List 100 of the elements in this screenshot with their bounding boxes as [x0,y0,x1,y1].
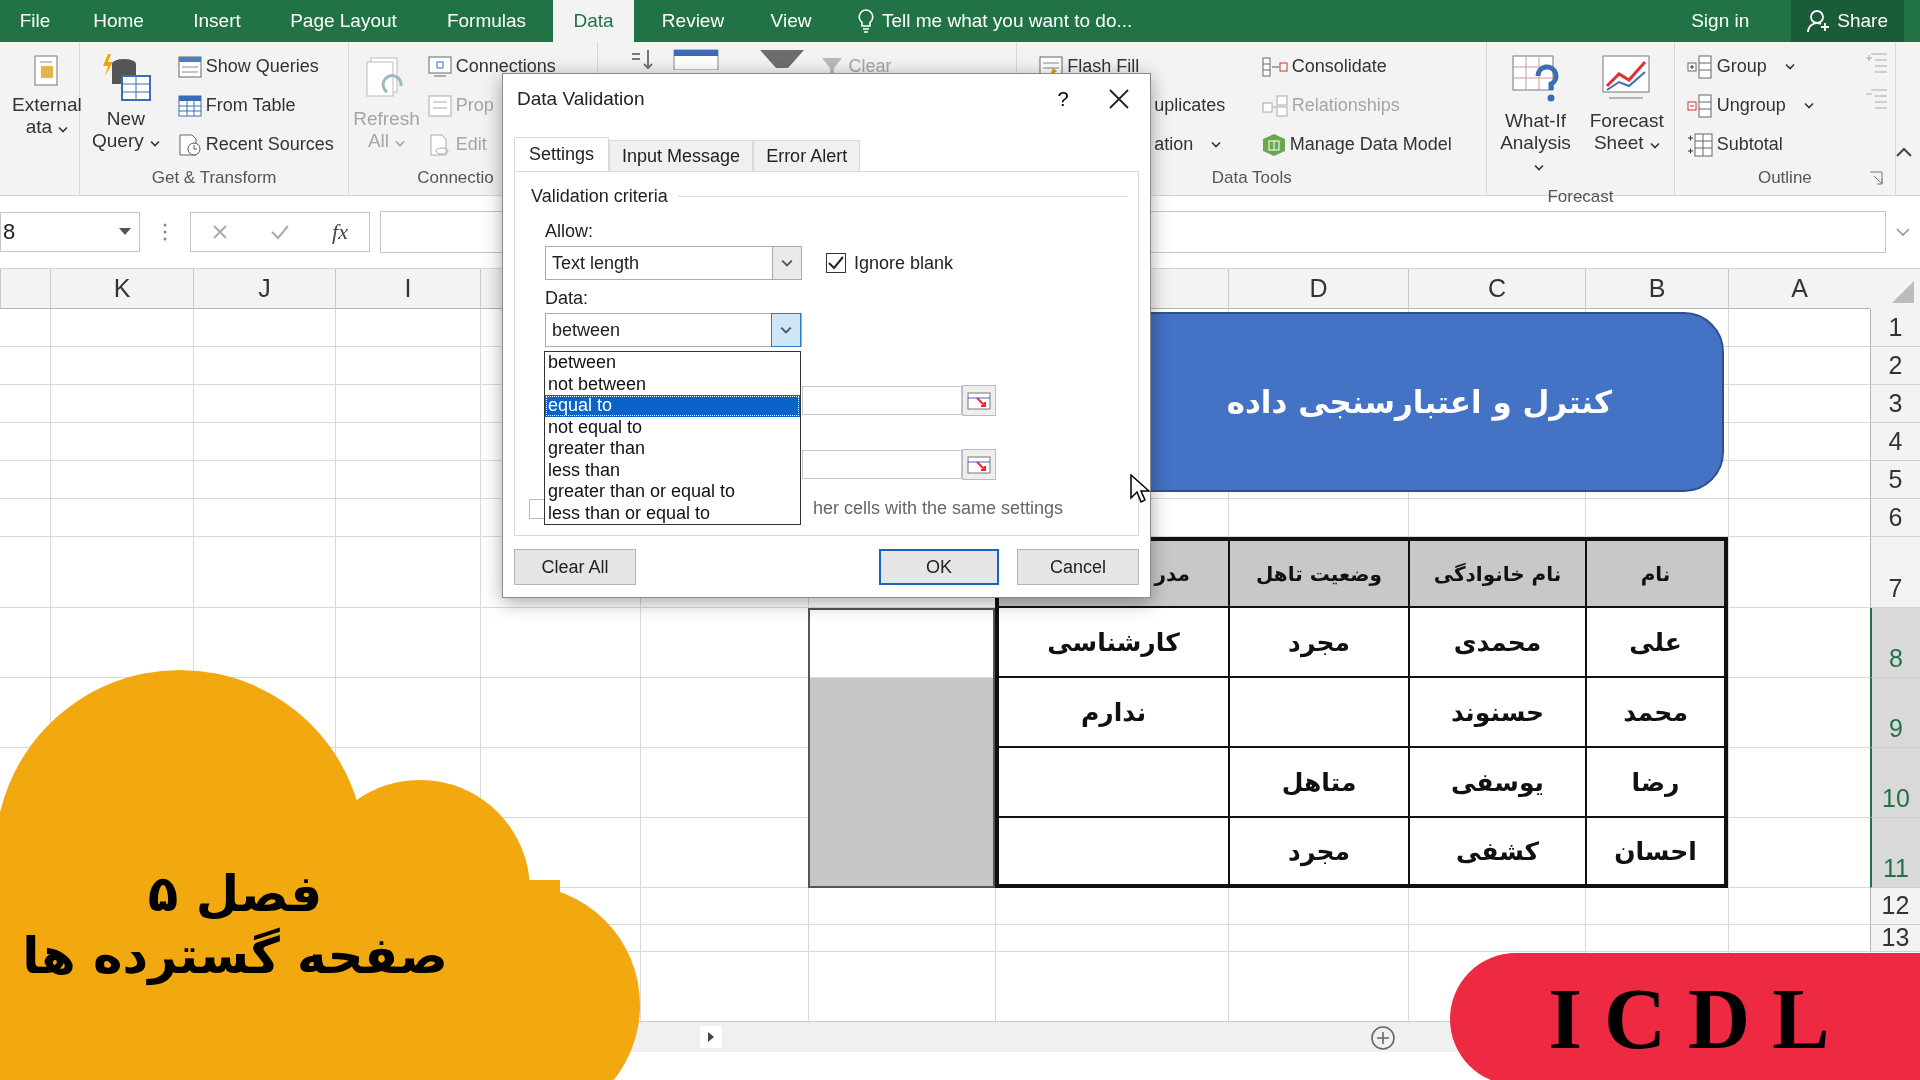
ribbon-button[interactable]: Subtotal [1682,126,1818,163]
cloud-title: صفحه گسترده ها [22,927,448,985]
ribbon-button[interactable]: What-If Analysis [1495,48,1576,182]
table-cell: احسان [1585,818,1728,888]
ribbon-button[interactable]: Ungroup [1682,87,1818,124]
allow-dropdown[interactable]: Text length [545,246,802,280]
ignore-blank-checkbox[interactable]: Ignore blank [826,252,954,274]
row-header[interactable]: 10 [1870,748,1920,818]
column-header[interactable]: C [1408,269,1585,309]
table-cell: یوسفی [1408,748,1585,818]
ribbon-button[interactable]: Connections [423,48,560,85]
value-field[interactable] [802,450,962,479]
ribbon-button[interactable]: External ata [8,48,86,161]
ribbon-button[interactable]: Show Queries [173,48,338,85]
ribbon-button[interactable]: From Table [173,87,338,124]
question-grid-icon [1510,54,1561,104]
row-header[interactable]: 7 [1870,537,1920,608]
ribbon-button[interactable]: Forecast Sheet [1585,48,1668,182]
menu-tab[interactable]: File [0,0,70,42]
menu-tab[interactable]: Formulas [420,0,553,42]
dialog-button[interactable]: Clear All [514,549,636,585]
dialog-button[interactable]: OK [879,549,999,585]
row-header[interactable]: 4 [1870,423,1920,461]
subtotal-icon [1686,132,1713,157]
insert-function-button[interactable]: fx [332,219,348,245]
menu-tab[interactable]: Review [634,0,752,42]
dialog-tab[interactable]: Error Alert [753,140,861,171]
range-select-icon [967,391,991,410]
dialog-tab[interactable]: Input Message [609,140,754,171]
caret-icon [1211,141,1222,148]
table-cell: علی [1585,608,1728,678]
triangle-right-icon [706,1031,716,1043]
caret-icon [780,326,792,334]
row-header[interactable]: 1 [1870,309,1920,347]
table-cell: مجرد [1228,818,1408,888]
field-label: Data: [545,288,589,308]
clock-document-icon [177,132,202,157]
row-header[interactable]: 3 [1870,385,1920,423]
menu-tab[interactable]: Page Layout [267,0,420,42]
ribbon-button[interactable]: Consolidate [1257,48,1481,85]
value-field[interactable] [802,386,962,415]
row-header[interactable]: 6 [1870,499,1920,537]
column-header[interactable]: A [1728,269,1870,309]
row-header[interactable]: 13 [1870,925,1920,952]
ribbon-button[interactable]: New Query [88,48,164,163]
selected-cell[interactable] [808,678,995,748]
column-header[interactable]: I [335,269,480,309]
data-model-icon [1261,132,1286,157]
row-header[interactable]: 9 [1870,678,1920,748]
group-label: Get & Transform [151,168,277,187]
check-icon[interactable] [270,224,291,240]
dialog-launcher-icon[interactable] [1869,171,1884,185]
name-box[interactable]: 8 [0,212,140,252]
tell-me-field[interactable]: Tell me what you want to do... [882,10,1133,32]
group-rows-icon [1686,54,1713,79]
dialog-button[interactable]: Cancel [1017,549,1139,585]
row-header[interactable]: 12 [1870,888,1920,925]
ribbon-button[interactable]: Recent Sources [173,126,338,163]
badge-title: ICDL [1548,970,1852,1069]
checkbox-label: her cells with the same settings [813,498,1064,519]
row-header[interactable]: 11 [1870,818,1920,888]
ribbon-button[interactable]: Manage Data Model [1257,126,1481,163]
ribbon-button[interactable]: uplicates [1150,87,1258,124]
menu-tab[interactable]: Data [553,0,634,42]
menu-tab[interactable]: Home [70,0,167,42]
column-header[interactable]: K [50,269,193,309]
table-cell: کشفی [1408,818,1585,888]
lightbulb-icon [858,9,874,33]
collapse-ribbon-icon[interactable] [1896,147,1912,157]
banner-title: کنترل و اعتبارسنجی داده [1226,384,1612,420]
range-picker-button[interactable] [962,385,996,416]
sign-in-link[interactable]: Sign in [1691,10,1750,32]
scroll-right-button[interactable] [700,1026,722,1048]
data-dropdown[interactable]: between [545,313,802,347]
funnel-icon [758,48,807,70]
dropdown-option[interactable]: equal to [545,395,800,417]
ribbon-button[interactable]: Group [1682,48,1818,85]
column-header[interactable]: J [193,269,335,309]
check-mark-icon [828,256,844,270]
header-cell: نام خانوادگی [1408,537,1585,608]
share-button[interactable]: Share [1791,0,1904,42]
menu-tab[interactable]: Insert [167,0,267,42]
row-header[interactable]: 2 [1870,347,1920,385]
expand-rows-icon [1865,52,1890,76]
menu-tab[interactable]: View [752,0,830,42]
dialog-tab[interactable]: Settings [514,137,610,171]
table-cell: کارشناسی [995,608,1228,678]
row-header[interactable]: 8 [1870,608,1920,678]
expand-icon[interactable] [1896,227,1910,237]
list-icon [177,55,202,78]
help-button[interactable]: ? [1038,86,1088,112]
selected-cell[interactable] [808,818,995,888]
column-header[interactable]: D [1228,269,1408,309]
group-label: Outline [1757,168,1812,187]
range-picker-button[interactable] [962,449,996,480]
section-label: Validation criteria [531,186,668,207]
column-header[interactable]: B [1585,269,1728,309]
caret-icon [149,139,160,147]
cancel-icon[interactable] [212,224,228,240]
row-header[interactable]: 5 [1870,461,1920,499]
